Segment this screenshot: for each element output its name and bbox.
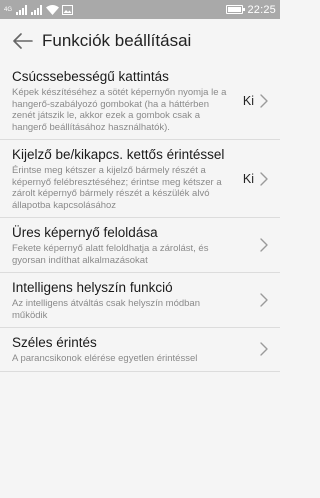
app-bar: Funkciók beállításai [0,19,280,62]
setting-trailing [260,293,268,307]
status-bar: 4G 22:25 [0,0,280,19]
setting-title: Széles érintés [12,335,97,350]
settings-list: Csúcssebességű kattintás Képek készítéséh… [0,62,280,372]
setting-title: Üres képernyő feloldása [12,225,158,240]
setting-description: A parancsikonok elérése egyetlen érintés… [12,353,198,364]
setting-item-double-tap-screen[interactable]: Kijelző be/kikapcs. kettős érintéssel Éri… [0,140,280,218]
wifi-icon [46,4,60,15]
setting-trailing [260,342,268,356]
chevron-right-icon [260,342,268,356]
setting-description: Képek készítéséhez a sötét képernyőn nyo… [12,87,227,133]
page-title: Funkciók beállításai [42,30,192,50]
clock: 22:25 [247,3,276,16]
signal-icon-secondary [31,4,43,15]
battery-icon [226,5,246,14]
setting-title: Intelligens helyszín funkció [12,280,173,295]
setting-trailing: Ki [243,172,268,186]
chevron-right-icon [260,171,268,186]
status-bar-right: 22:25 [226,4,276,16]
signal-icon [16,4,28,15]
chevron-right-icon [260,238,268,252]
setting-title: Kijelző be/kikapcs. kettős érintéssel [12,147,225,162]
setting-item-quick-snapshot[interactable]: Csúcssebességű kattintás Képek készítéséh… [0,62,280,140]
setting-trailing [260,238,268,252]
setting-value: Ki [242,93,254,108]
status-bar-left: 4G [4,4,226,15]
chevron-right-icon [260,93,268,108]
setting-title: Csúcssebességű kattintás [12,69,169,84]
setting-description: Érintse meg kétszer a kijelző bármely ré… [12,165,222,211]
network-type-label: 4G [4,6,13,13]
image-notification-icon [62,4,74,15]
setting-value: Ki [242,171,254,186]
setting-description: Az intelligens átváltás csak helyszín mó… [12,298,200,321]
back-button[interactable] [12,30,34,52]
setting-description: Fekete képernyő alatt feloldhatja a záro… [12,243,209,266]
setting-item-wide-touch[interactable]: Széles érintés A parancsikonok elérése eg… [0,328,280,372]
setting-item-smart-location[interactable]: Intelligens helyszín funkció Az intellige… [0,273,280,328]
setting-item-blank-screen-unlock[interactable]: Üres képernyő feloldása Fekete képernyő a… [0,218,280,273]
arrow-left-icon [13,32,33,49]
chevron-right-icon [260,293,268,307]
setting-trailing: Ki [243,94,268,108]
